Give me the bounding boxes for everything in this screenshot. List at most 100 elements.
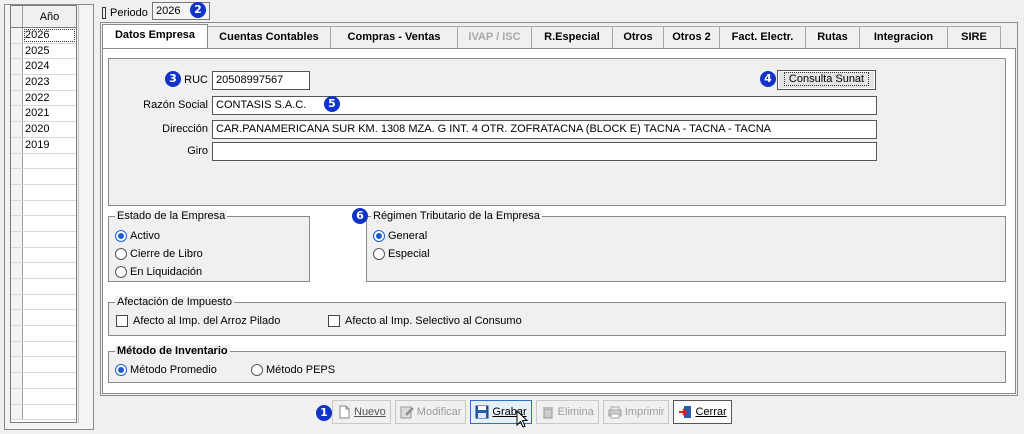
year-rows: 2026 2025 2024 2023 2022 2021 2020 2019	[11, 28, 76, 421]
year-cell[interactable]	[23, 405, 76, 420]
consulta-sunat-button[interactable]: Consulta Sunat	[777, 70, 876, 90]
year-row[interactable]	[11, 404, 76, 421]
year-row[interactable]	[11, 326, 76, 342]
radio-metodo-promedio[interactable]: Método Promedio	[115, 361, 217, 379]
year-cell[interactable]	[23, 185, 76, 200]
year-list-scrollbar[interactable]	[78, 5, 90, 423]
year-cell[interactable]: 2019	[23, 138, 76, 153]
checkbox-arroz-pilado-box[interactable]	[116, 315, 128, 327]
year-row[interactable]: 2021	[11, 106, 76, 123]
cerrar-button[interactable]: Cerrar	[673, 400, 732, 424]
year-cell[interactable]: 2026	[23, 28, 76, 43]
direccion-field[interactable]: CAR.PANAMERICANA SUR KM. 1308 MZA. G INT…	[212, 120, 877, 139]
year-cell[interactable]	[23, 326, 76, 341]
nuevo-button[interactable]: Nuevo	[332, 400, 391, 424]
checkbox-arroz-pilado[interactable]: Afecto al Imp. del Arroz Pilado	[116, 312, 280, 330]
giro-field[interactable]	[212, 142, 877, 161]
year-row[interactable]: 2025	[11, 43, 76, 60]
year-row[interactable]	[11, 184, 76, 201]
radio-activo[interactable]: Activo	[115, 227, 203, 245]
year-row[interactable]	[11, 341, 76, 358]
ruc-field[interactable]: 20508997567	[212, 71, 310, 90]
radio-en-liquidacion-indicator[interactable]	[115, 266, 127, 278]
year-cell[interactable]	[23, 310, 76, 325]
year-row[interactable]	[11, 373, 76, 389]
radio-metodo-peps[interactable]: Método PEPS	[251, 361, 335, 379]
year-cell[interactable]	[23, 201, 76, 216]
tab-r-especial[interactable]: R.Especial	[531, 26, 613, 48]
year-cell[interactable]	[23, 295, 76, 310]
modificar-button[interactable]: Modificar	[394, 400, 467, 424]
year-row[interactable]	[11, 247, 76, 264]
year-row[interactable]	[11, 357, 76, 374]
year-cell[interactable]: 2020	[23, 122, 76, 137]
year-row[interactable]	[11, 388, 76, 405]
year-row[interactable]: 2019	[11, 137, 76, 154]
year-row[interactable]: 2020	[11, 122, 76, 138]
year-row[interactable]	[11, 294, 76, 311]
year-row[interactable]: 2026	[11, 28, 76, 44]
year-cell[interactable]: 2024	[23, 59, 76, 74]
year-row[interactable]	[11, 263, 76, 279]
radio-general[interactable]: General	[373, 227, 430, 245]
tab-rutas[interactable]: Rutas	[805, 26, 860, 48]
elimina-button[interactable]: Elimina	[535, 400, 599, 424]
checkbox-selectivo-consumo[interactable]: Afecto al Imp. Selectivo al Consumo	[328, 312, 522, 330]
year-row[interactable]: 2023	[11, 75, 76, 91]
tab-cuentas-contables[interactable]: Cuentas Contables	[207, 26, 331, 48]
delete-icon	[542, 407, 553, 419]
year-cell[interactable]	[23, 279, 76, 294]
imprimir-button[interactable]: Imprimir	[602, 400, 670, 424]
year-cell[interactable]	[23, 232, 76, 247]
year-column-header: Año	[39, 11, 60, 23]
tab-datos-empresa[interactable]: Datos Empresa	[102, 24, 208, 48]
year-cell[interactable]	[23, 169, 76, 184]
year-row[interactable]	[11, 153, 76, 170]
metodo-inventario-title: Método de Inventario	[115, 345, 230, 357]
radio-especial[interactable]: Especial	[373, 245, 430, 263]
year-cell[interactable]: 2025	[23, 44, 76, 59]
year-row[interactable]: 2024	[11, 59, 76, 76]
year-cell[interactable]	[23, 248, 76, 263]
checkbox-selectivo-consumo-label: Afecto al Imp. Selectivo al Consumo	[345, 315, 522, 327]
year-cell[interactable]: 2023	[23, 75, 76, 90]
radio-activo-indicator[interactable]	[115, 230, 127, 242]
radio-en-liquidacion-label: En Liquidación	[130, 266, 203, 278]
year-row[interactable]	[11, 310, 76, 327]
year-cell[interactable]	[23, 373, 76, 388]
year-cell[interactable]: 2022	[23, 91, 76, 106]
tab-integracion[interactable]: Integracion	[859, 26, 948, 48]
year-cell[interactable]	[23, 357, 76, 372]
year-grid[interactable]: Año 2026 2025 2024 2023 2022 2021 2020 2019	[10, 5, 77, 423]
razon-social-field[interactable]: CONTASIS S.A.C.	[212, 96, 877, 115]
year-row[interactable]	[11, 279, 76, 295]
year-row[interactable]	[11, 200, 76, 217]
checkbox-selectivo-consumo-box[interactable]	[328, 315, 340, 327]
radio-metodo-promedio-indicator[interactable]	[115, 364, 127, 376]
year-row[interactable]	[11, 169, 76, 185]
year-cell[interactable]	[23, 342, 76, 357]
year-cell[interactable]	[23, 154, 76, 169]
radio-cierre-libro-indicator[interactable]	[115, 248, 127, 260]
radio-metodo-peps-indicator[interactable]	[251, 364, 263, 376]
year-cell[interactable]	[23, 389, 76, 404]
year-cell[interactable]: 2021	[23, 106, 76, 121]
year-row-gutter	[11, 184, 23, 200]
tab-sire[interactable]: SIRE	[947, 26, 1001, 48]
year-cell[interactable]	[23, 263, 76, 278]
year-row-gutter	[11, 122, 23, 137]
radio-general-indicator[interactable]	[373, 230, 385, 242]
year-row[interactable]	[11, 216, 76, 232]
year-row-gutter	[11, 43, 23, 59]
tab-compras-ventas[interactable]: Compras - Ventas	[330, 26, 458, 48]
radio-cierre-libro[interactable]: Cierre de Libro	[115, 245, 203, 263]
radio-en-liquidacion[interactable]: En Liquidación	[115, 263, 203, 281]
tab-fact-electr[interactable]: Fact. Electr.	[719, 26, 806, 48]
tab-otros[interactable]: Otros	[612, 26, 664, 48]
year-row[interactable]	[11, 231, 76, 248]
radio-especial-indicator[interactable]	[373, 248, 385, 260]
year-row[interactable]: 2022	[11, 90, 76, 107]
tab-otros-2[interactable]: Otros 2	[663, 26, 720, 48]
imprimir-label: Imprimir	[624, 406, 665, 418]
year-cell[interactable]	[23, 216, 76, 231]
